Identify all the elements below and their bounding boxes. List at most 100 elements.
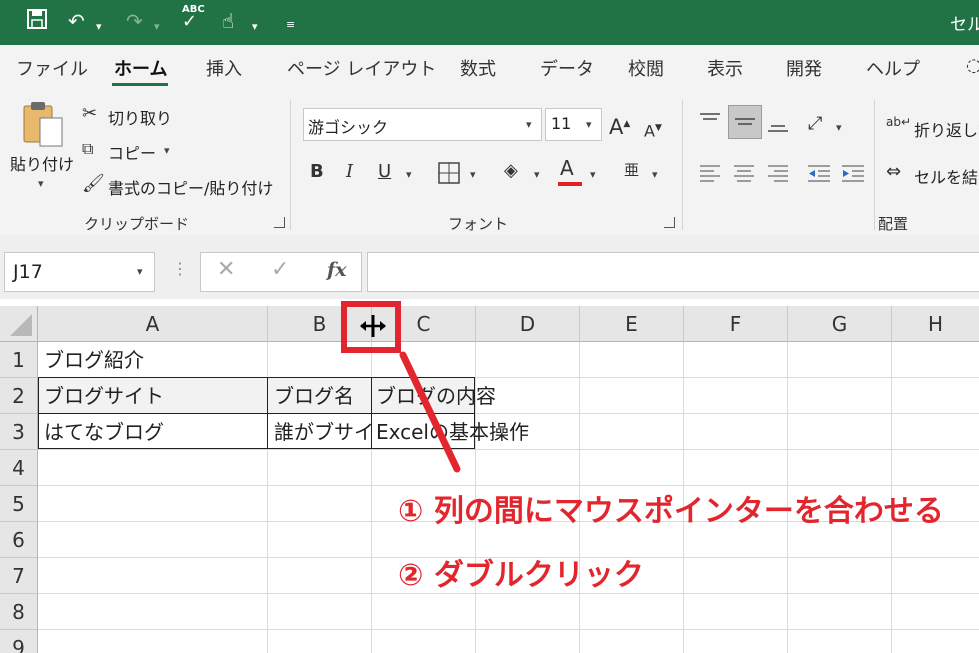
orientation-icon[interactable]: ⤢ xyxy=(808,113,822,135)
align-center-icon[interactable] xyxy=(732,163,756,189)
font-launcher-icon[interactable] xyxy=(664,217,675,228)
scissors-icon[interactable]: ✂ xyxy=(82,103,97,125)
align-left-icon[interactable] xyxy=(698,163,722,189)
column-header-d[interactable]: D xyxy=(476,306,580,342)
merge-cells-icon[interactable]: ⇔ xyxy=(886,161,901,183)
column-header-h[interactable]: H xyxy=(892,306,979,342)
gridline xyxy=(38,629,979,630)
merge-cells-label[interactable]: セルを結合 xyxy=(914,164,979,188)
insert-function-icon[interactable]: fx xyxy=(327,259,347,281)
align-top-icon[interactable] xyxy=(698,111,722,135)
font-name-dropdown-icon[interactable]: ▾ xyxy=(526,118,532,131)
font-name-value: 游ゴシック xyxy=(308,118,389,137)
tab-home[interactable]: ホーム xyxy=(114,55,167,81)
column-header-g[interactable]: G xyxy=(788,306,892,342)
wrap-text-icon[interactable]: ab↵ xyxy=(886,111,911,133)
paste-label: 貼り付け xyxy=(10,155,75,174)
undo-dropdown-icon[interactable]: ▾ xyxy=(96,14,102,40)
row-header-1[interactable]: 1 xyxy=(0,342,38,378)
font-size-select[interactable]: 11 ▾ xyxy=(545,108,602,141)
italic-button[interactable]: I xyxy=(346,161,353,183)
redo-dropdown-icon[interactable]: ▾ xyxy=(154,14,160,40)
tab-insert[interactable]: 挿入 xyxy=(206,55,242,81)
copy-label[interactable]: コピー xyxy=(108,140,156,164)
alignment-group-label: 配置 xyxy=(878,215,909,233)
row-header-8[interactable]: 8 xyxy=(0,594,38,630)
clipboard-launcher-icon[interactable] xyxy=(274,217,285,228)
align-middle-button[interactable] xyxy=(728,105,762,139)
paste-dropdown-icon[interactable]: ▾ xyxy=(38,177,44,190)
row-header-6[interactable]: 6 xyxy=(0,522,38,558)
font-name-select[interactable]: 游ゴシック ▾ xyxy=(303,108,542,141)
row-header-3[interactable]: 3 xyxy=(0,414,38,450)
row-header-4[interactable]: 4 xyxy=(0,450,38,486)
format-painter-icon[interactable]: 🖌 xyxy=(82,173,105,195)
copy-dropdown-icon[interactable]: ▾ xyxy=(164,144,170,157)
font-size-dropdown-icon[interactable]: ▾ xyxy=(586,118,592,131)
formula-input[interactable] xyxy=(367,252,979,292)
underline-button[interactable]: U xyxy=(378,161,391,183)
borders-icon[interactable] xyxy=(438,162,460,188)
tab-review[interactable]: 校閲 xyxy=(628,55,664,81)
name-box[interactable]: J17 ▾ xyxy=(4,252,155,292)
font-color-dropdown-icon[interactable]: ▾ xyxy=(590,168,596,181)
fill-color-dropdown-icon[interactable]: ▾ xyxy=(534,168,540,181)
row-header-5[interactable]: 5 xyxy=(0,486,38,522)
copy-icon[interactable]: ⧉ xyxy=(82,138,93,160)
column-header-f[interactable]: F xyxy=(684,306,788,342)
orientation-dropdown-icon[interactable]: ▾ xyxy=(836,121,842,134)
grow-font-glyph: A xyxy=(609,115,624,139)
tab-file[interactable]: ファイル xyxy=(16,55,88,81)
group-divider xyxy=(682,100,683,230)
cell-a3[interactable]: はてなブログ xyxy=(38,414,164,450)
name-box-dropdown-icon[interactable]: ▾ xyxy=(137,265,143,278)
annotation-step-2: ② ダブルクリック xyxy=(398,558,644,593)
wrap-text-label[interactable]: 折り返して xyxy=(914,117,979,141)
increase-indent-icon[interactable] xyxy=(840,163,866,189)
customize-qat-icon[interactable]: ≡ xyxy=(286,12,295,38)
cancel-icon[interactable]: ✕ xyxy=(217,257,235,282)
align-right-icon[interactable] xyxy=(766,163,790,189)
underline-dropdown-icon[interactable]: ▾ xyxy=(406,168,412,181)
row-header-9[interactable]: 9 xyxy=(0,630,38,653)
touch-mode-icon[interactable]: ☝ xyxy=(222,8,234,34)
tab-developer[interactable]: 開発 xyxy=(786,55,822,81)
redo-icon[interactable]: ↷ xyxy=(126,8,143,34)
cell-b3[interactable]: 誰がブサイ xyxy=(268,414,371,450)
undo-icon[interactable]: ↶ xyxy=(68,8,85,34)
tab-page-layout[interactable]: ページ レイアウト xyxy=(287,55,436,81)
fill-color-icon[interactable]: ◈ xyxy=(504,160,518,182)
cell-a1[interactable]: ブログ紹介 xyxy=(38,342,144,378)
spelling-check-icon[interactable]: ABC ✓ xyxy=(182,4,205,31)
phonetic-icon[interactable]: 亜 xyxy=(624,159,639,181)
tab-data[interactable]: データ xyxy=(540,55,594,81)
font-size-value: 11 xyxy=(551,114,572,133)
cell-b2[interactable]: ブログ名 xyxy=(268,378,354,414)
cell-a2[interactable]: ブログサイト xyxy=(38,378,164,414)
select-all-corner[interactable] xyxy=(0,306,38,342)
save-icon[interactable] xyxy=(26,8,48,36)
column-header-e[interactable]: E xyxy=(580,306,684,342)
active-tab-indicator xyxy=(112,83,168,86)
touch-dropdown-icon[interactable]: ▾ xyxy=(252,14,258,40)
column-resize-cursor-icon xyxy=(359,313,387,343)
shrink-font-icon[interactable]: A▼ xyxy=(644,117,662,142)
phonetic-dropdown-icon[interactable]: ▾ xyxy=(652,168,658,181)
font-color-icon[interactable]: A xyxy=(560,157,574,179)
align-bottom-icon[interactable] xyxy=(766,115,790,139)
enter-icon[interactable]: ✓ xyxy=(271,257,289,282)
column-header-a[interactable]: A xyxy=(38,306,268,342)
tab-formulas[interactable]: 数式 xyxy=(460,55,496,81)
grow-font-icon[interactable]: A▲ xyxy=(609,113,630,138)
format-painter-label[interactable]: 書式のコピー/貼り付け xyxy=(108,175,273,199)
row-header-2[interactable]: 2 xyxy=(0,378,38,414)
formula-bar-grip-icon[interactable]: ⋮ xyxy=(172,259,188,278)
row-header-7[interactable]: 7 xyxy=(0,558,38,594)
decrease-indent-icon[interactable] xyxy=(806,163,832,189)
tab-view[interactable]: 表示 xyxy=(707,55,743,81)
cut-label[interactable]: 切り取り xyxy=(108,105,172,129)
lightbulb-icon[interactable]: ◌ xyxy=(966,55,979,76)
tab-help[interactable]: ヘルプ xyxy=(866,55,920,81)
borders-dropdown-icon[interactable]: ▾ xyxy=(470,168,476,181)
bold-button[interactable]: B xyxy=(310,161,324,183)
